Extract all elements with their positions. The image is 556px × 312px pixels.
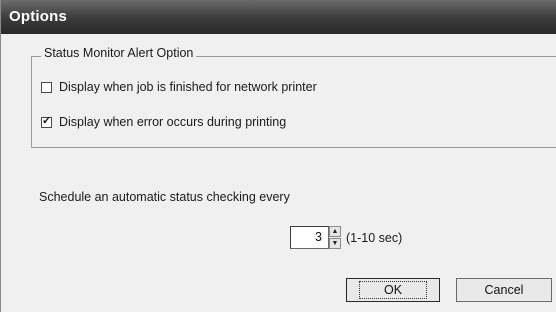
interval-value: 3: [315, 230, 322, 244]
window-title: Options: [9, 8, 68, 25]
interval-range-label: (1-10 sec): [346, 231, 403, 245]
checkmark-icon: ✓: [42, 114, 52, 127]
cancel-button[interactable]: Cancel: [456, 278, 552, 302]
status-monitor-group: [31, 56, 556, 148]
option-error-occurs[interactable]: ✓ Display when error occurs during print…: [41, 115, 286, 129]
spin-up-icon[interactable]: ▲: [329, 226, 341, 237]
title-bar: Options: [1, 0, 556, 34]
ok-button-label: OK: [358, 281, 428, 299]
ok-button[interactable]: OK: [346, 278, 440, 302]
job-finished-label: Display when job is finished for network…: [59, 80, 317, 94]
job-finished-checkbox[interactable]: [41, 81, 52, 93]
interval-spinner[interactable]: ▲ ▼: [329, 226, 341, 249]
error-occurs-label: Display when error occurs during printin…: [59, 115, 287, 129]
group-legend: Status Monitor Alert Option: [41, 46, 197, 60]
spin-down-icon[interactable]: ▼: [329, 238, 341, 249]
error-occurs-checkbox[interactable]: ✓: [41, 114, 52, 128]
cancel-button-label: Cancel: [484, 283, 524, 297]
option-job-finished[interactable]: Display when job is finished for network…: [41, 80, 317, 94]
interval-input[interactable]: 3: [290, 226, 329, 249]
schedule-label: Schedule an automatic status checking ev…: [39, 190, 290, 204]
options-dialog: Options Status Monitor Alert Option Disp…: [0, 0, 556, 312]
